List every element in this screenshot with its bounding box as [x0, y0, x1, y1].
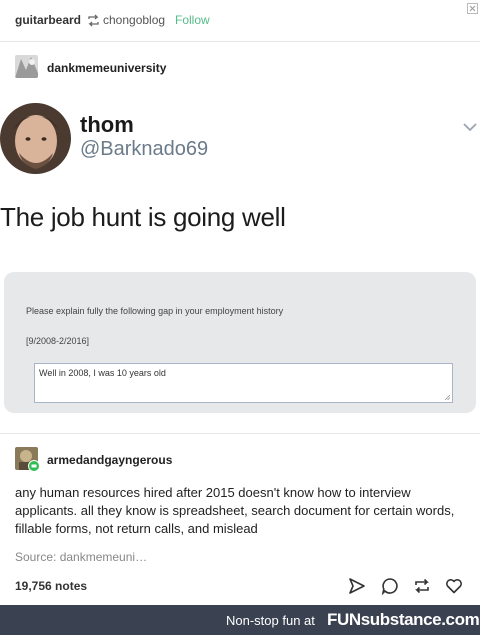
- dismiss-icon[interactable]: [467, 3, 478, 14]
- tweet-text: The job hunt is going well: [0, 202, 286, 232]
- send-icon[interactable]: [348, 577, 366, 595]
- form-answer-text: Well in 2008, I was 10 years old: [39, 368, 166, 378]
- source-link[interactable]: Source: dankmemeuni…: [15, 550, 147, 564]
- tweet-handle: @Barknado69: [80, 138, 209, 160]
- source-blog-link[interactable]: chongoblog: [103, 13, 165, 27]
- reblogger-username[interactable]: guitarbeard: [15, 13, 81, 27]
- reblog-icon: [88, 14, 99, 27]
- avatar[interactable]: [15, 55, 38, 78]
- watermark-footer: Non-stop fun at FUNsubstance.com: [0, 605, 480, 635]
- reply-icon[interactable]: [381, 577, 399, 595]
- original-poster-username[interactable]: dankmemeuniversity: [47, 61, 166, 75]
- form-question: Please explain fully the following gap i…: [26, 306, 284, 316]
- footer-tagline: Non-stop fun at: [226, 613, 315, 628]
- reply-comment: any human resources hired after 2015 doe…: [15, 485, 455, 536]
- resize-handle-icon: [444, 394, 450, 400]
- tweet-avatar: [0, 103, 71, 174]
- employment-form-screenshot: Please explain fully the following gap i…: [4, 272, 476, 413]
- form-answer-field: Well in 2008, I was 10 years old: [34, 363, 453, 403]
- post-header: guitarbeard chongoblog Follow: [0, 0, 480, 42]
- badge-icon: [28, 460, 40, 472]
- follow-button[interactable]: Follow: [175, 13, 210, 27]
- reply-username[interactable]: armedandgayngerous: [47, 453, 172, 467]
- chevron-down-icon: [463, 123, 477, 132]
- like-icon[interactable]: [445, 577, 463, 595]
- divider: [0, 433, 480, 434]
- notes-count[interactable]: 19,756 notes: [15, 579, 87, 593]
- form-date-range: [9/2008-2/2016]: [26, 336, 90, 346]
- footer-brand: FUNsubstance.com: [327, 610, 480, 629]
- tweet-display-name: thom: [80, 112, 134, 137]
- reblog-icon[interactable]: [413, 577, 431, 595]
